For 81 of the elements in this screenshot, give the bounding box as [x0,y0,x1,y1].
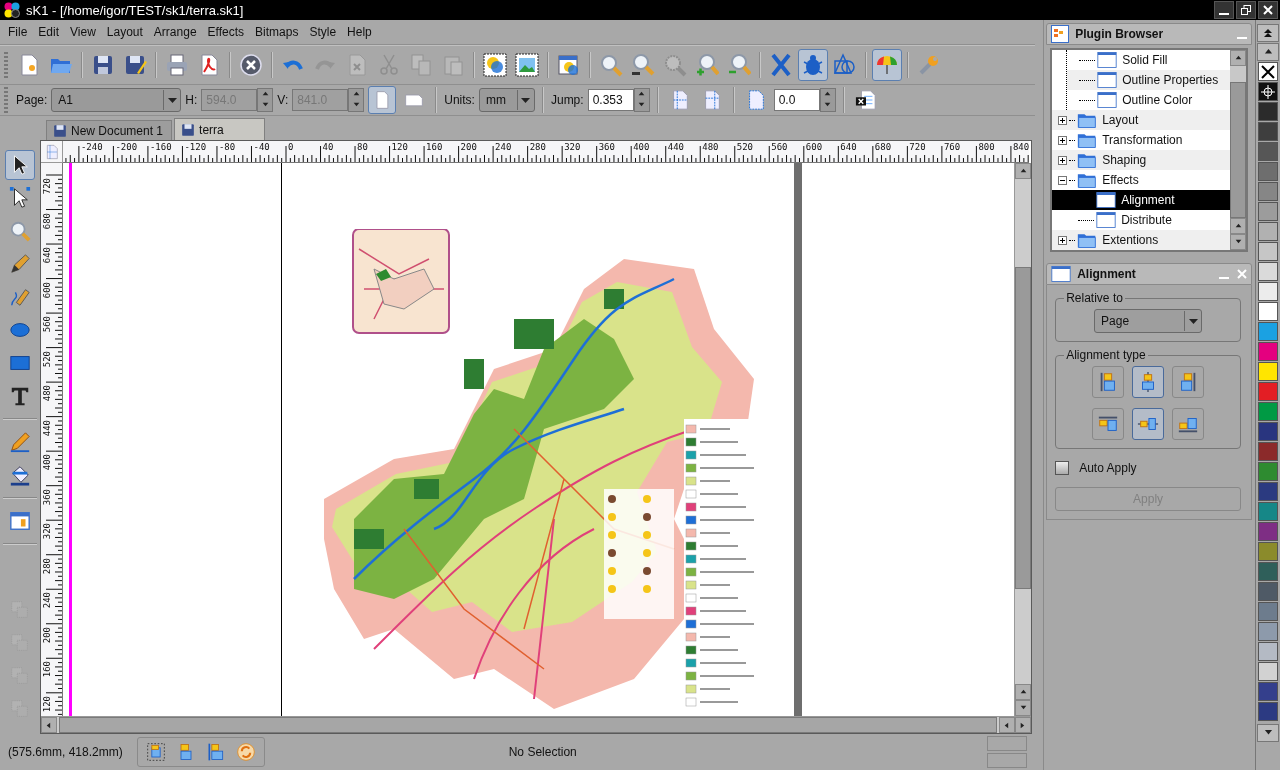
menu-item[interactable]: Edit [34,25,67,39]
ruler-label: 160 [42,661,52,678]
checkbox-label: Auto Apply [1079,461,1137,475]
ruler-label: 600 [42,281,52,298]
ruler-label: 200 [460,142,477,152]
ruler-label: 80 [357,142,368,152]
ruler-label: 280 [42,557,52,574]
menu-item[interactable]: Style [305,25,344,39]
tree-folder[interactable]: Shaping [1052,150,1231,170]
ruler-label: -240 [80,142,103,152]
ruler-label: -120 [184,142,207,152]
page-label: Page: [16,93,48,107]
jump-label: Jump: [550,93,584,107]
tree-item[interactable]: Alignment [1052,190,1231,210]
relative-to-dropdown[interactable]: Page [1094,309,1203,333]
document-tab[interactable]: New Document 1 [46,120,173,140]
ruler-label: 440 [667,142,684,152]
ruler-label: 320 [564,142,581,152]
ruler-label: 400 [42,454,52,471]
menu-item[interactable]: View [66,25,103,39]
ruler-label: -200 [115,142,138,152]
ruler-label: 720 [909,142,926,152]
ruler-label: 440 [42,419,52,436]
group-label: Relative to [1065,291,1124,305]
ruler-label: 480 [702,142,719,152]
ruler-label: 680 [874,142,892,152]
width-label: V: [277,93,289,107]
tree-folder[interactable]: Effects [1052,170,1231,190]
tree-item[interactable]: Distribute [1052,210,1231,230]
menu-item[interactable]: Effects [203,25,252,39]
tree-folder[interactable]: Layout [1052,110,1231,130]
window-title: sK1 - [/home/igor/TEST/sk1/terra.sk1] [26,2,244,18]
ruler-label: 840 [1012,142,1029,152]
selection-status: No Selection [508,745,577,759]
height-label: H: [185,93,198,107]
menu-item[interactable]: Arrange [149,25,204,39]
ruler-label: 760 [943,142,961,152]
group-label: Alignment type [1065,348,1147,362]
units-label: Units: [444,93,475,107]
ruler-label: -40 [253,142,270,152]
tree-item[interactable]: Outline Properties [1067,70,1231,90]
ruler-label: 120 [391,142,408,152]
menu-item[interactable]: Help [343,25,379,39]
ruler-label: 720 [42,178,52,195]
cursor-coordinates: (575.6mm, 418.2mm) [8,745,123,759]
panel-title: Alignment [1077,267,1136,281]
tree-item[interactable]: Solid Fill [1067,50,1231,70]
ruler-label: 560 [42,316,52,333]
tree-folder[interactable]: Extentions [1052,230,1231,250]
ruler-label: 560 [771,142,788,152]
ruler-label: 240 [42,592,52,609]
menu-item[interactable]: File [4,25,35,39]
ruler-label: 520 [42,350,52,367]
ruler-label: 800 [978,142,995,152]
tree-item[interactable]: Outline Color [1067,90,1231,110]
ruler-label: 640 [42,247,52,264]
ruler-label: 200 [42,626,52,643]
tree-folder[interactable]: Transformation [1052,130,1231,150]
menu-item[interactable]: Layout [102,25,150,39]
units-dropdown[interactable]: mm [478,88,535,112]
ruler-label: 120 [42,695,52,713]
ruler-label: 400 [633,142,650,152]
ruler-label: -80 [218,142,236,152]
ruler-label: 160 [426,142,443,152]
ruler-label: 680 [42,212,52,229]
ruler-label: 40 [322,142,334,152]
panel-title: Plugin Browser [1075,27,1164,41]
ruler-label: 320 [42,523,52,540]
ruler-label: 520 [736,142,753,152]
ruler-label: -160 [149,142,172,152]
ruler-label: 360 [598,142,615,152]
ruler-label: 240 [495,142,512,152]
ruler-label: 0 [288,142,294,152]
ruler-label: 280 [529,142,546,152]
ruler-label: 480 [42,385,52,402]
menu-item[interactable]: Bitmaps [251,25,306,39]
ruler-label: 360 [42,488,52,505]
page-size-dropdown[interactable]: A1 [51,88,182,112]
document-tab[interactable]: terra [174,118,265,140]
ruler-label: 640 [840,142,857,152]
ruler-label: 600 [805,142,823,152]
